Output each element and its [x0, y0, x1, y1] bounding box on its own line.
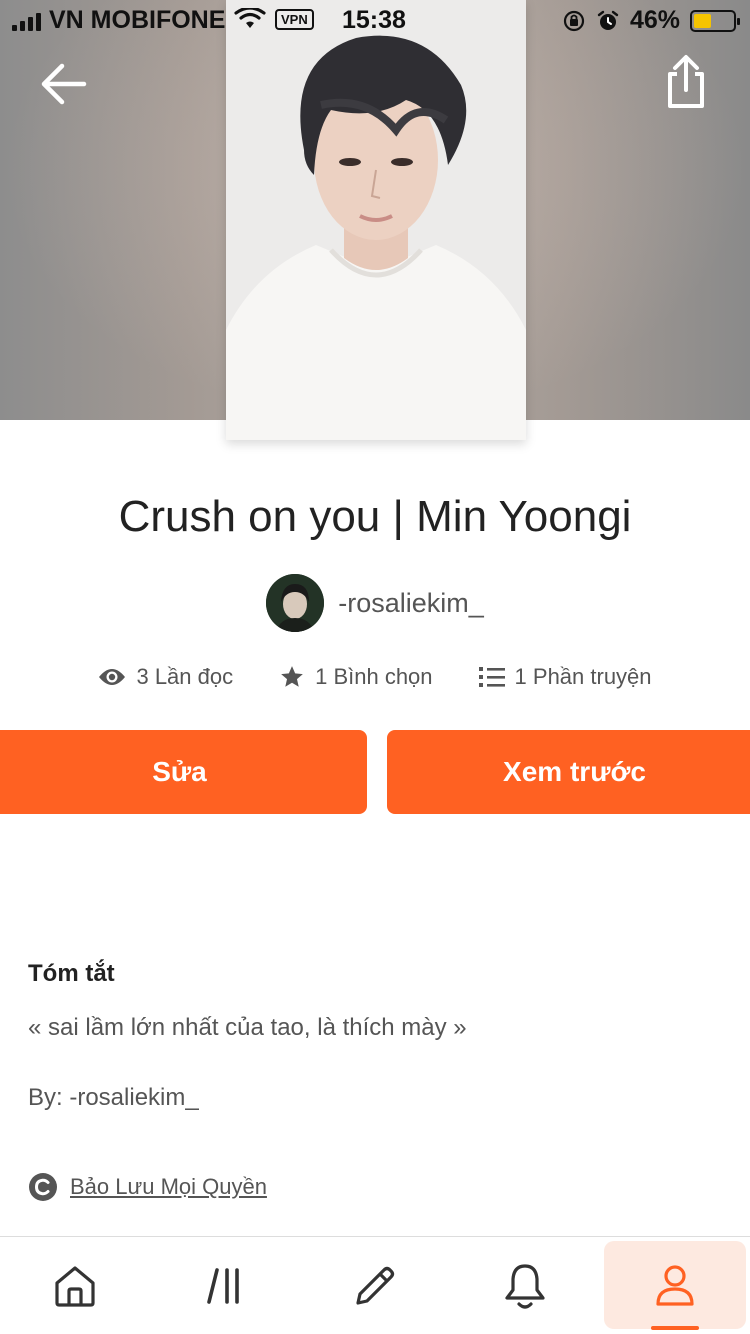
signal-icon	[12, 11, 41, 31]
profile-icon	[656, 1265, 694, 1306]
battery-level-fill	[694, 13, 712, 28]
votes-stat: 1 Bình chọn	[279, 664, 433, 690]
parts-count: 1 Phần truyện	[514, 664, 652, 689]
story-cover-image[interactable]	[226, 0, 526, 440]
nav-notifications[interactable]	[450, 1237, 600, 1334]
author-avatar[interactable]	[266, 574, 325, 632]
write-icon	[356, 1266, 395, 1305]
votes-count: 1 Bình chọn	[315, 664, 433, 689]
nav-profile[interactable]	[604, 1241, 746, 1329]
nav-active-indicator	[651, 1326, 699, 1330]
parts-stat: 1 Phần truyện	[478, 664, 652, 690]
carrier-label: VN MOBIFONE	[49, 6, 226, 34]
reads-stat: 3 Lần đọc	[98, 664, 233, 690]
summary-text: « sai lầm lớn nhất của tao, là thích mày…	[28, 1014, 467, 1041]
back-button[interactable]	[38, 58, 90, 110]
story-stats: 3 Lần đọc 1 Bình chọn 1 Phần truyện	[0, 664, 750, 690]
preview-button[interactable]: Xem trước	[387, 730, 750, 814]
status-bar: VN MOBIFONE VPN 15:38 46%	[0, 0, 750, 40]
author-name[interactable]: -rosaliekim_	[338, 588, 484, 619]
star-icon	[281, 666, 303, 687]
library-icon	[207, 1268, 239, 1304]
author-link[interactable]: -rosaliekim_	[0, 574, 750, 632]
share-button[interactable]	[662, 54, 710, 112]
orientation-lock-icon	[563, 10, 585, 31]
copyright-label[interactable]: Bảo Lưu Mọi Quyền	[70, 1174, 267, 1200]
nav-library[interactable]	[150, 1237, 300, 1334]
summary-heading: Tóm tắt	[28, 960, 115, 987]
share-icon	[668, 55, 704, 108]
clock: 15:38	[342, 6, 406, 34]
alarm-icon	[597, 10, 619, 30]
vpn-badge: VPN	[275, 9, 314, 30]
copyright-link[interactable]: Bảo Lưu Mọi Quyền	[28, 1172, 267, 1202]
edit-button[interactable]: Sửa	[0, 730, 367, 814]
arrow-left-icon	[41, 63, 87, 105]
summary-byline: By: -rosaliekim_	[28, 1084, 199, 1111]
battery-percent: 46%	[629, 6, 680, 34]
wifi-icon	[234, 8, 266, 28]
avatar-portrait	[266, 574, 325, 632]
copyright-icon	[29, 1173, 57, 1201]
list-icon	[478, 667, 505, 687]
eye-icon	[99, 669, 126, 685]
reads-count: 3 Lần đọc	[136, 664, 234, 689]
story-title: Crush on you | Min Yoongi	[118, 492, 632, 541]
nav-write[interactable]	[300, 1237, 450, 1334]
home-icon	[55, 1266, 95, 1307]
bottom-nav	[0, 1236, 750, 1334]
notifications-icon	[505, 1264, 545, 1309]
battery-icon	[690, 9, 740, 32]
nav-home[interactable]	[0, 1237, 150, 1334]
cover-portrait-illustration	[226, 0, 526, 440]
